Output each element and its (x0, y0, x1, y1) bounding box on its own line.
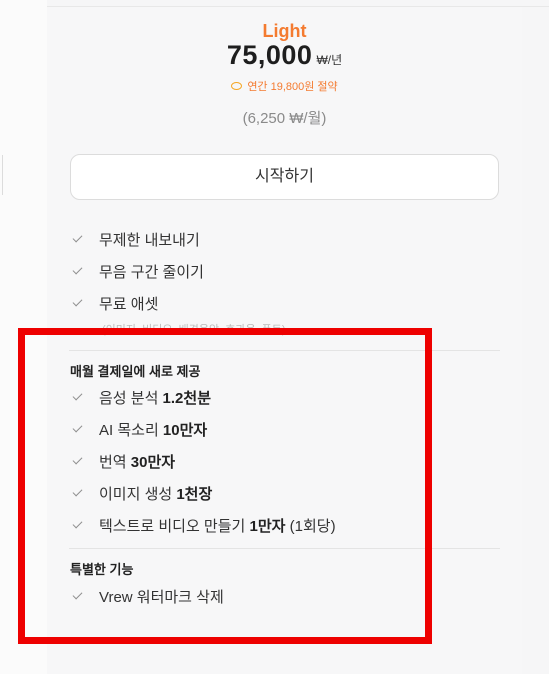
savings-text: 연간 19,800원 절약 (247, 81, 338, 93)
item-value: 1천장 (176, 486, 213, 503)
item-label: 이미지 생성 (99, 486, 177, 503)
feature-label: 무료 애셋 (99, 296, 159, 313)
monthly-section-title: 매월 결제일에 새로 제공 (70, 364, 201, 379)
check-icon (72, 296, 83, 306)
item-value: 1.2천분 (162, 390, 211, 407)
plan-name: Light (262, 21, 307, 41)
check-icon (72, 486, 83, 496)
monthly-item: 이미지 생성 1천장 (72, 484, 213, 506)
check-icon (72, 454, 83, 464)
special-section-title: 특별한 기능 (70, 562, 134, 577)
check-icon (72, 589, 83, 599)
feature-item: 무음 구간 줄이기 (72, 262, 204, 284)
item-value: 10만자 (162, 422, 208, 439)
monthly-equivalent: (6,250 ₩/월) (242, 110, 327, 127)
check-icon (72, 264, 83, 274)
check-icon (72, 518, 83, 528)
feature-label: 무제한 내보내기 (99, 232, 200, 249)
item-label: Vrew 워터마크 삭제 (99, 589, 224, 606)
monthly-item: 번역 30만자 (72, 452, 176, 474)
monthly-item: 음성 분석 1.2천분 (72, 388, 211, 410)
section-divider (69, 350, 500, 351)
start-button[interactable]: 시작하기 (70, 154, 499, 200)
item-suffix: (1회당) (285, 518, 336, 535)
plan-card-light: Light 75,000 ₩/년 연간 19,800원 절약 (6,250 ₩/월… (47, 7, 522, 674)
plan-price: 75,000 (226, 40, 313, 70)
item-label: AI 목소리 (99, 422, 163, 439)
adjacent-plan-card (0, 0, 47, 674)
item-label: 번역 (99, 454, 131, 471)
section-divider (69, 548, 500, 549)
item-label: 음성 분석 (99, 390, 163, 407)
special-item: Vrew 워터마크 삭제 (72, 587, 224, 609)
monthly-item: AI 목소리 10만자 (72, 420, 208, 442)
monthly-item: 텍스트로 비디오 만들기 1만자 (1회당) (72, 516, 336, 538)
item-value: 30만자 (130, 454, 176, 471)
check-icon (72, 390, 83, 400)
adjacent-plan-button-edge (0, 155, 3, 195)
item-label: 텍스트로 비디오 만들기 (99, 518, 250, 535)
check-icon (72, 232, 83, 242)
price-row: 75,000 ₩/년 (47, 40, 522, 71)
feature-item: 무료 애셋 (72, 294, 159, 316)
feature-label: 무음 구간 줄이기 (99, 264, 204, 281)
price-unit: ₩/년 (316, 53, 343, 67)
feature-subnote: (이미지, 비디오, 배경음악, 효과음, 폰트) (102, 324, 286, 336)
coin-icon (231, 82, 243, 91)
feature-item: 무제한 내보내기 (72, 230, 200, 252)
savings-badge: 연간 19,800원 절약 (47, 78, 522, 94)
check-icon (72, 422, 83, 432)
item-value: 1만자 (249, 518, 286, 535)
